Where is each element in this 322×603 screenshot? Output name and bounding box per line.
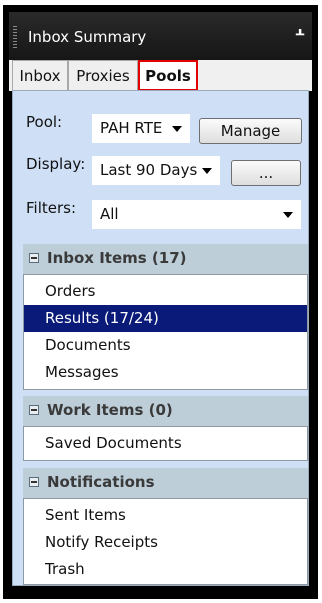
chevron-down-icon xyxy=(283,212,293,218)
display-label: Display: xyxy=(26,155,86,173)
list-item-messages[interactable]: Messages xyxy=(24,359,307,386)
pin-icon[interactable]: ᚆ xyxy=(296,27,304,42)
drag-grip-icon[interactable] xyxy=(13,26,17,48)
list-item-orders[interactable]: Orders xyxy=(24,278,307,305)
filters-label: Filters: xyxy=(26,199,77,217)
work-items-list: Saved Documents xyxy=(23,426,308,461)
list-item-trash[interactable]: Trash xyxy=(24,556,307,583)
list-item-saved-documents[interactable]: Saved Documents xyxy=(24,430,307,457)
list-item-sent-items[interactable]: Sent Items xyxy=(24,502,307,529)
pools-panel: Pool: PAH RTE Manage Display: Last 90 Da… xyxy=(12,90,309,586)
pool-label: Pool: xyxy=(26,113,63,131)
window-title: Inbox Summary xyxy=(28,28,147,46)
inbox-items-title: Inbox Items (17) xyxy=(47,249,187,267)
notifications-title: Notifications xyxy=(47,473,155,491)
pool-select-value: PAH RTE xyxy=(100,119,163,137)
work-items-header[interactable]: Work Items (0) xyxy=(23,396,308,426)
filters-select-value: All xyxy=(100,205,119,223)
tab-proxies[interactable]: Proxies xyxy=(68,60,138,91)
notifications-list: Sent Items Notify Receipts Trash xyxy=(23,498,308,585)
collapse-icon[interactable] xyxy=(29,405,39,415)
display-select-value: Last 90 Days xyxy=(100,161,198,179)
chevron-down-icon xyxy=(172,126,182,132)
title-bar[interactable]: Inbox Summary ᚆ xyxy=(9,12,312,60)
list-item-notify-receipts[interactable]: Notify Receipts xyxy=(24,529,307,556)
notifications-header[interactable]: Notifications xyxy=(23,468,308,498)
collapse-icon[interactable] xyxy=(29,477,39,487)
work-items-title: Work Items (0) xyxy=(47,401,173,419)
list-item-results[interactable]: Results (17/24) xyxy=(24,305,307,332)
display-select[interactable]: Last 90 Days xyxy=(92,156,220,185)
tab-inbox[interactable]: Inbox xyxy=(12,60,68,91)
display-options-button[interactable]: ... xyxy=(231,160,301,186)
pool-select[interactable]: PAH RTE xyxy=(92,114,190,143)
filters-select[interactable]: All xyxy=(92,200,301,229)
manage-button[interactable]: Manage xyxy=(199,118,302,144)
collapse-icon[interactable] xyxy=(29,253,39,263)
chevron-down-icon xyxy=(202,168,212,174)
inbox-summary-window: Inbox Summary ᚆ Inbox Proxies Pools Pool… xyxy=(3,5,318,599)
tab-pools[interactable]: Pools xyxy=(138,60,198,91)
inbox-items-header[interactable]: Inbox Items (17) xyxy=(23,244,308,274)
tab-strip: Inbox Proxies Pools xyxy=(9,60,312,91)
inbox-items-list: Orders Results (17/24) Documents Message… xyxy=(23,274,308,390)
list-item-documents[interactable]: Documents xyxy=(24,332,307,359)
